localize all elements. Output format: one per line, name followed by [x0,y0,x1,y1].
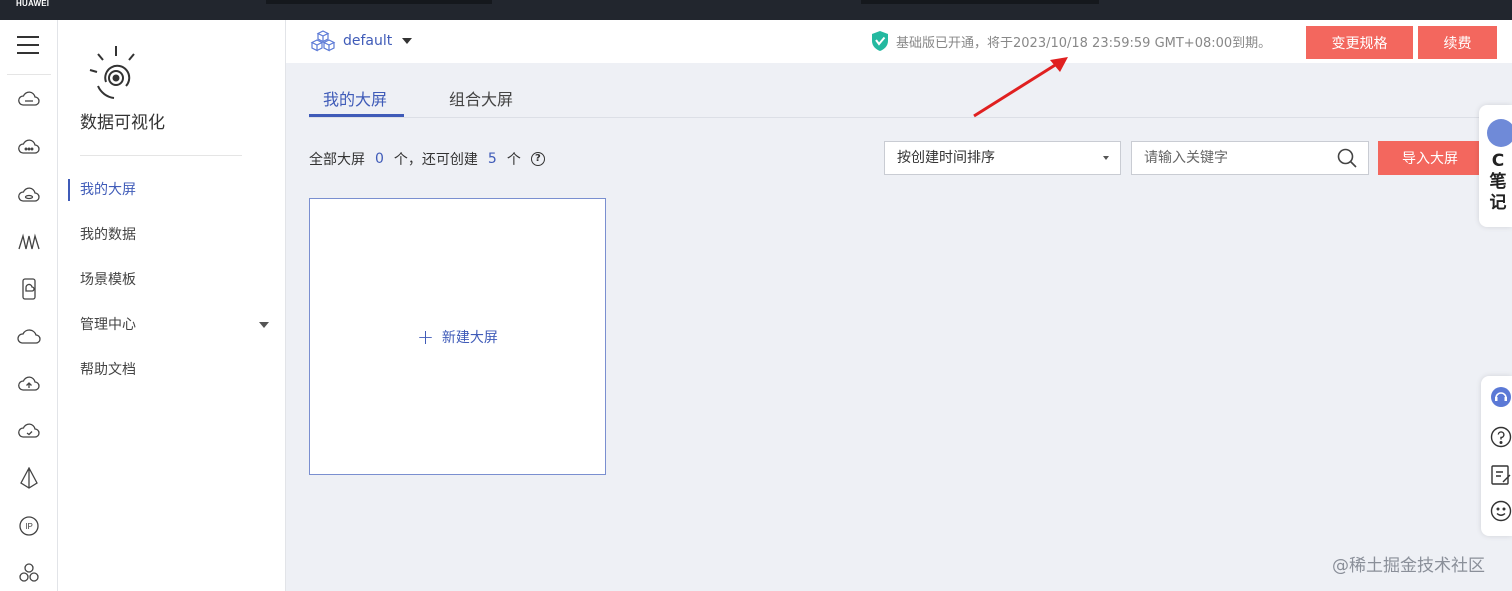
side-nav: 数据可视化 我的大屏 我的数据 场景模板 管理中心 帮助文档 [58,20,286,591]
data-visualization-logo-icon [89,46,135,99]
app-title: 数据可视化 [80,113,165,133]
help-icon[interactable] [1490,426,1512,448]
count-label: 个，还可创建 [393,152,478,168]
renew-button[interactable]: 续费 [1418,26,1497,59]
top-bar: HUAWEI [0,0,1512,20]
search-input[interactable] [1131,141,1369,175]
project-selector[interactable]: default [310,29,413,53]
note-float-panel[interactable]: C笔记 [1479,105,1512,227]
tab-my-screens[interactable]: 我的大屏 [323,86,387,110]
top-bar-block [861,0,1099,4]
cluster-icon[interactable] [16,562,42,584]
nav-item-my-data[interactable]: 我的数据 [80,224,136,246]
plus-icon: + [417,324,434,349]
sort-select-value: 按创建时间排序 [897,150,995,166]
count-label: 个 [506,152,521,168]
nav-item-scene-templates[interactable]: 场景模板 [80,269,136,291]
total-count: 0 [375,151,384,167]
count-label: 全部大屏 [309,152,365,168]
waveform-icon[interactable] [16,231,42,253]
nav-item-help-docs[interactable]: 帮助文档 [80,359,136,381]
ip-icon[interactable]: IP [16,515,42,537]
change-spec-button[interactable]: 变更规格 [1306,26,1413,59]
project-name: default [343,33,393,49]
divider [80,155,242,156]
new-screen-card[interactable]: + 新建大屏 [309,198,606,475]
customer-service-icon[interactable] [1490,386,1512,408]
active-tab-indicator [309,114,404,117]
nav-item-my-screens[interactable]: 我的大屏 [80,179,136,201]
annotation-arrow-icon [973,57,1068,118]
pyramid-icon[interactable] [16,467,42,489]
cloud-icon[interactable] [16,326,42,348]
new-screen-button[interactable]: + 新建大屏 [417,327,498,347]
cloud-refresh-icon[interactable] [16,420,42,442]
new-screen-label: 新建大屏 [441,329,498,346]
active-indicator [68,179,70,201]
svg-text:IP: IP [25,522,33,531]
watermark: @稀土掘金技术社区 [1332,556,1485,576]
help-icon[interactable]: ? [530,152,545,166]
notice-text: 基础版已开通，将于2023/10/18 23:59:59 GMT+08:00到期… [896,35,1272,51]
mobile-cloud-icon[interactable] [16,278,42,300]
cloud-server-icon[interactable] [16,89,42,111]
page-header: default 基础版已开通，将于2023/10/18 23:59:59 GMT… [286,20,1512,63]
cloud-db-icon[interactable] [16,184,42,206]
nav-item-management-center[interactable]: 管理中心 [80,314,136,336]
chevron-down-icon [402,38,413,44]
screen-count: 全部大屏 0 个，还可创建 5 个 ? [309,149,545,169]
service-rail: IP [0,20,58,591]
search-icon[interactable] [1336,147,1358,169]
smiley-icon[interactable] [1490,500,1512,522]
sort-select[interactable]: 按创建时间排序 [884,141,1121,175]
shield-check-icon [872,31,888,51]
menu-icon[interactable] [17,36,39,54]
cloud-upload-icon[interactable] [16,373,42,395]
feedback-edit-icon[interactable] [1490,464,1512,486]
tool-float-panel [1481,376,1512,536]
top-bar-block [266,0,492,4]
chevron-down-icon [1103,156,1109,160]
subscription-notice: 基础版已开通，将于2023/10/18 23:59:59 GMT+08:00到期… [870,30,1271,52]
import-screen-button[interactable]: 导入大屏 [1378,141,1488,175]
brand-logo[interactable]: HUAWEI [16,0,49,8]
divider [7,74,51,75]
note-icon [1487,119,1512,147]
chevron-down-icon[interactable] [259,322,269,328]
cubes-icon [310,30,336,52]
remaining-count: 5 [487,151,497,167]
note-label: C笔记 [1489,151,1507,213]
tab-combined-screens[interactable]: 组合大屏 [449,86,513,110]
tabs-baseline [309,117,1484,118]
cloud-dots-icon[interactable] [16,136,42,158]
